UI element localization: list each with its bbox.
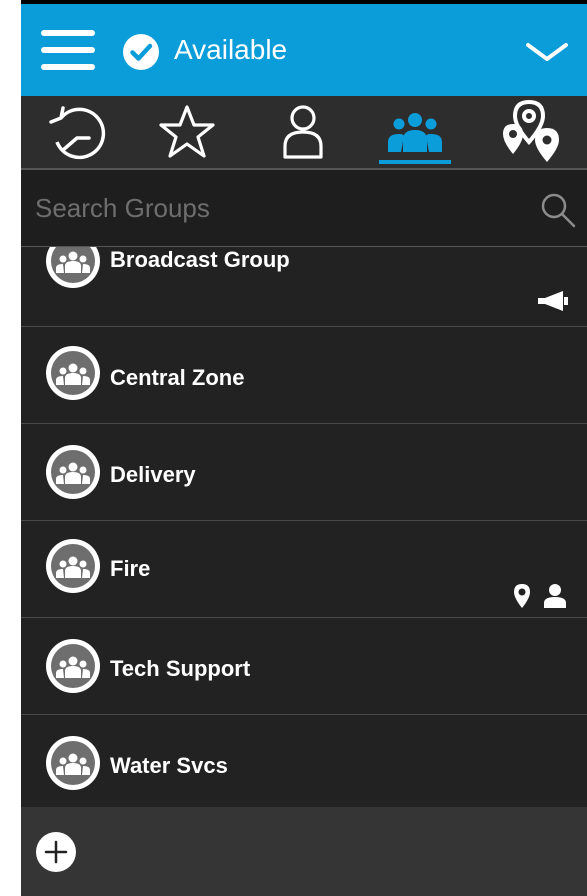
menu-icon[interactable] — [41, 30, 95, 70]
list-item[interactable]: Broadcast Group — [21, 247, 587, 327]
search-input[interactable] — [33, 188, 517, 228]
group-name: Central Zone — [110, 365, 245, 390]
megaphone-icon — [538, 291, 568, 311]
group-avatar-icon — [46, 639, 100, 693]
location-pin-icon — [514, 584, 530, 608]
add-group-button[interactable] — [36, 832, 76, 872]
list-item[interactable]: Central Zone — [21, 327, 587, 424]
group-avatar-icon — [46, 247, 100, 288]
contact-icon — [283, 105, 323, 159]
list-item[interactable]: Delivery — [21, 424, 587, 521]
group-list: Broadcast Group Central Zone Delivery Fi… — [21, 247, 587, 807]
app-frame: Available Search Groups Broadcast Group … — [21, 0, 587, 896]
group-name: Fire — [110, 556, 151, 581]
group-avatar-icon — [46, 539, 100, 593]
search-icon[interactable] — [540, 192, 576, 228]
tab-bar — [21, 96, 587, 168]
tab-history[interactable] — [41, 96, 113, 168]
status-header: Available — [21, 4, 587, 96]
group-avatar-icon — [46, 346, 100, 400]
map-pins-icon — [503, 99, 559, 162]
search-bar — [21, 170, 587, 247]
group-avatar-icon — [46, 445, 100, 499]
group-avatar-icon — [46, 736, 100, 790]
selected-tab-indicator — [379, 160, 451, 164]
list-item[interactable]: Water Svcs — [21, 715, 587, 807]
person-icon — [544, 584, 566, 608]
star-icon — [159, 105, 215, 158]
list-item[interactable]: Tech Support — [21, 618, 587, 715]
plus-icon — [44, 840, 68, 864]
status-label[interactable]: Available — [174, 32, 287, 68]
check-circle-icon — [123, 34, 159, 70]
history-icon — [49, 106, 106, 160]
groups-icon — [388, 113, 442, 152]
footer-bar — [21, 807, 587, 896]
tab-map[interactable] — [495, 96, 567, 168]
group-name: Tech Support — [110, 656, 251, 681]
tab-contacts[interactable] — [269, 96, 341, 168]
list-item[interactable]: Fire — [21, 521, 587, 618]
tab-favorites[interactable] — [153, 96, 225, 168]
chevron-down-icon[interactable] — [526, 42, 568, 64]
group-name: Delivery — [110, 462, 196, 487]
tab-groups[interactable] — [379, 96, 451, 168]
group-name: Water Svcs — [110, 753, 228, 778]
group-name: Broadcast Group — [110, 247, 290, 272]
